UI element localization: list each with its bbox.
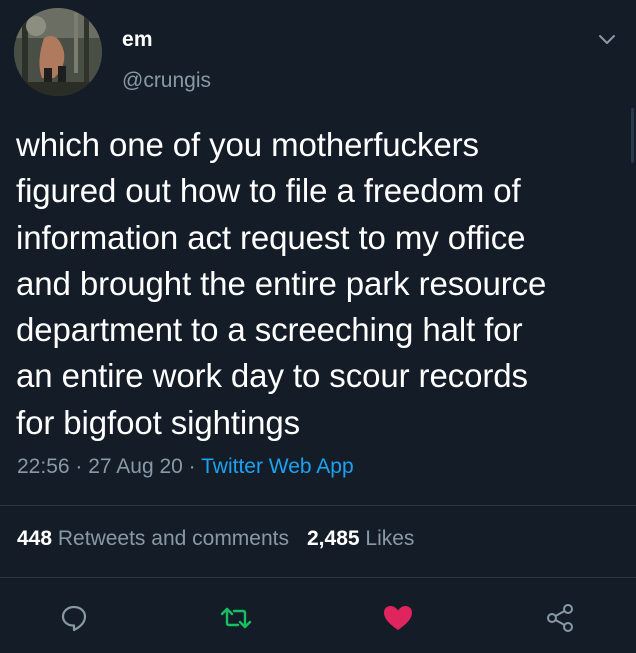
avatar[interactable] [14, 8, 102, 96]
tweet-card: em @crungis which one of you motherfucke… [0, 0, 636, 653]
share-button[interactable] [538, 596, 582, 640]
display-name[interactable]: em [122, 28, 153, 52]
tweet-text-line: department to a screeching halt for [16, 311, 523, 349]
likes-count: 2,485 [307, 527, 360, 550]
tweet-text-line: for bigfoot sightings [16, 403, 301, 441]
like-button[interactable] [376, 596, 420, 640]
tweet-text-line: figured out how to file a freedom of [16, 172, 521, 210]
tweet-text-line: information act request to my office [16, 218, 526, 256]
reply-icon [61, 605, 87, 632]
tweet-date[interactable]: 27 Aug 20 [88, 455, 183, 478]
meta-separator: · [182, 455, 202, 478]
retweet-icon [220, 607, 252, 629]
reply-button[interactable] [52, 596, 96, 640]
likes-stat[interactable]: 2,485 Likes [307, 527, 414, 550]
retweets-count: 448 [17, 527, 53, 550]
likes-label: Likes [365, 527, 415, 550]
meta-separator: · [69, 455, 89, 478]
tweet-time[interactable]: 22:56 [17, 455, 70, 478]
tweet-text: which one of you motherfuckers figured o… [16, 122, 616, 446]
retweets-stat[interactable]: 448 Retweets and comments [17, 527, 289, 550]
divider [0, 577, 636, 578]
tweet-meta: 22:56 · 27 Aug 20 · Twitter Web App [17, 455, 354, 479]
tweet-stats: 448 Retweets and comments 2,485 Likes [17, 527, 414, 551]
divider [0, 505, 636, 506]
tweet-text-line: an entire work day to scour records [16, 357, 528, 395]
heart-icon [384, 606, 412, 630]
user-handle[interactable]: @crungis [122, 69, 211, 93]
tweet-text-line: and brought the entire park resource [16, 264, 547, 302]
avatar-photo [14, 8, 102, 96]
tweet-source[interactable]: Twitter Web App [201, 455, 354, 478]
retweet-button[interactable] [214, 596, 258, 640]
chevron-down-icon[interactable] [596, 28, 618, 50]
tweet-text-line: which one of you motherfuckers [16, 126, 479, 163]
retweets-label: Retweets and comments [57, 527, 289, 550]
share-icon [547, 604, 573, 632]
tweet-actions [0, 596, 636, 640]
tweet-header: em @crungis [14, 8, 622, 98]
scrollbar[interactable] [631, 108, 634, 163]
